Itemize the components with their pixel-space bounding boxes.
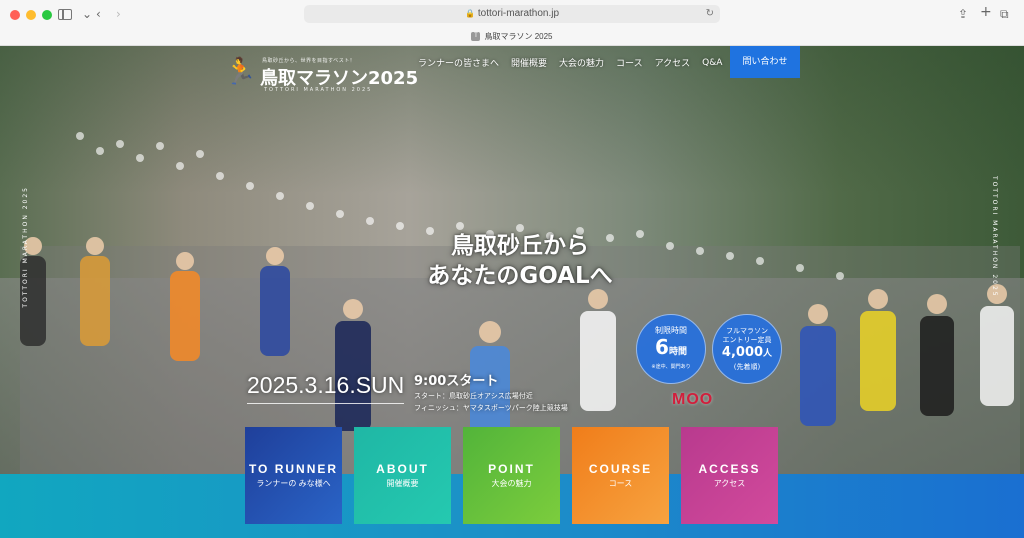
section-cards: TO RUNNER ランナーの みな様へ ABOUT 開催概要 POINT 大会… — [245, 427, 778, 524]
nav-runners[interactable]: ランナーの皆さまへ — [418, 56, 499, 69]
nav-qa[interactable]: Q&A — [702, 58, 722, 68]
tab-title[interactable]: 鳥取マラソン 2025 — [484, 32, 552, 41]
forward-icon[interactable]: › — [116, 7, 121, 21]
card-access[interactable]: ACCESS アクセス — [681, 427, 778, 524]
side-text-left: TOTTORI MARATHON 2025 — [22, 186, 29, 308]
card-title: COURSE — [588, 462, 653, 476]
main-nav: ランナーの皆さまへ 開催概要 大会の魅力 コース アクセス Q&A — [418, 56, 722, 70]
card-subtitle: 開催概要 — [386, 479, 419, 488]
minimize-window-button[interactable] — [26, 10, 36, 20]
lock-icon: 🔒 — [464, 9, 475, 18]
reload-icon[interactable]: ↻ — [706, 5, 714, 23]
entry-note: (先着順) — [733, 363, 761, 371]
tab-bar: T 鳥取マラソン 2025 — [0, 30, 1024, 46]
sidebar-toggle-icon[interactable] — [58, 9, 72, 20]
time-limit-badge: 制限時間 6時間 ※途中、関門あり — [636, 314, 706, 384]
nav-access[interactable]: アクセス — [655, 56, 691, 69]
time-limit-note: ※途中、関門あり — [651, 364, 691, 370]
time-limit-value: 6 — [655, 335, 669, 359]
hero-headline: 鳥取砂丘から あなたのGOALへ — [360, 231, 680, 291]
nav-overview[interactable]: 開催概要 — [511, 56, 547, 69]
card-about[interactable]: ABOUT 開催概要 — [354, 427, 451, 524]
nav-appeal[interactable]: 大会の魅力 — [559, 56, 604, 69]
entry-capacity-badge: フルマラソン エントリー定員 4,000人 (先着順) — [712, 314, 782, 384]
entry-unit: 人 — [763, 349, 773, 359]
card-title: TO RUNNER — [248, 462, 339, 476]
entry-value: 4,000 — [721, 345, 764, 360]
close-window-button[interactable] — [10, 10, 20, 20]
nav-course[interactable]: コース — [616, 56, 643, 69]
card-subtitle: 大会の魅力 — [491, 479, 532, 488]
start-time: 9:00スタート — [414, 374, 499, 389]
runner-logo-icon: 🏃 — [224, 57, 257, 87]
event-date: 2025.3.16.SUN — [247, 372, 405, 404]
window-controls — [10, 10, 52, 20]
start-info: 9:00スタート スタート：鳥取砂丘オアシス広場付近 フィニッシュ：ヤマタスポー… — [414, 370, 568, 413]
card-course[interactable]: COURSE コース — [572, 427, 669, 524]
entry-label-2: エントリー定員 — [722, 336, 772, 344]
finish-location: フィニッシュ：ヤマタスポーツパーク陸上競技場 — [414, 404, 568, 412]
new-tab-icon[interactable]: + — [980, 5, 992, 19]
card-point[interactable]: POINT 大会の魅力 — [463, 427, 560, 524]
address-bar[interactable]: 🔒 tottori-marathon.jp ↻ — [304, 5, 720, 23]
web-page: 🏃 鳥取砂丘から、世界を目指すベスト！ 鳥取マラソン2025 TOTTORI M… — [0, 46, 1024, 538]
card-title: ABOUT — [376, 462, 429, 476]
share-icon[interactable]: ⇪ — [958, 7, 968, 21]
card-to-runner[interactable]: TO RUNNER ランナーの みな様へ — [245, 427, 342, 524]
card-title: POINT — [488, 462, 535, 476]
card-subtitle: アクセス — [713, 479, 746, 488]
card-subtitle: コース — [608, 479, 633, 488]
url-text: tottori-marathon.jp — [477, 8, 560, 19]
card-subtitle: ランナーの みな様へ — [256, 479, 331, 488]
contact-button[interactable]: 問い合わせ — [730, 46, 800, 78]
side-text-right: TOTTORI MARATHON 2025 — [991, 176, 998, 298]
favicon-icon: T — [471, 32, 481, 42]
start-location: スタート：鳥取砂丘オアシス広場付近 — [414, 392, 533, 400]
logo-tagline: 鳥取砂丘から、世界を目指すベスト！ — [262, 58, 356, 64]
logo-subtitle: TOTTORI MARATHON 2025 — [264, 87, 373, 93]
entry-label-1: フルマラソン — [726, 327, 768, 335]
headline-line-2: あなたのGOALへ — [427, 263, 613, 289]
browser-chrome: ⌄ ‹ › 🔒 tottori-marathon.jp ↻ ⇪ + ⧉ T 鳥取マラ… — [0, 0, 1024, 46]
back-icon[interactable]: ‹ — [96, 7, 101, 21]
time-limit-label: 制限時間 — [655, 326, 687, 335]
tab-overview-icon[interactable]: ⧉ — [1000, 7, 1009, 21]
time-limit-unit: 時間 — [668, 347, 687, 357]
maximize-window-button[interactable] — [42, 10, 52, 20]
card-title: ACCESS — [698, 462, 761, 476]
chevron-down-icon[interactable]: ⌄ — [82, 7, 92, 21]
headline-line-1: 鳥取砂丘から — [451, 233, 589, 259]
sponsor-logo: MOO — [672, 391, 714, 408]
